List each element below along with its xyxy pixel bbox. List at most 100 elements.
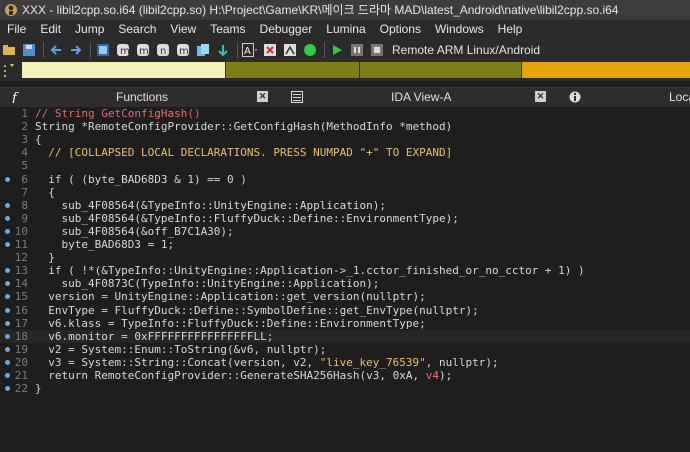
tab-locals[interactable]: Loca [562, 88, 690, 107]
code-line[interactable]: 12 } [0, 251, 690, 264]
back-icon[interactable] [47, 41, 65, 59]
tab-ida-view-a[interactable]: IDA View-A ✕ [283, 88, 548, 107]
code-line[interactable]: 4 // [COLLAPSED LOCAL DECLARATIONS. PRES… [0, 146, 690, 159]
save-icon[interactable] [20, 41, 38, 59]
svg-text:f: f [11, 91, 19, 103]
code-text: if ( !*(&TypeInfo::UnityEngine::Applicat… [35, 264, 584, 277]
code-line[interactable]: 1 // String GetConfigHash() [0, 107, 690, 120]
navigation-band[interactable] [22, 62, 690, 78]
code-segment: { [35, 185, 55, 199]
menu-item-options[interactable]: Options [373, 20, 428, 39]
line-number: 7 [21, 185, 28, 199]
line-number: 12 [14, 251, 28, 265]
open-icon[interactable] [0, 41, 18, 59]
navigation-segment[interactable] [225, 62, 359, 78]
code-segment: v2 = System::Enum::ToString(&v6, nullptr… [35, 342, 327, 356]
tab-label: Functions [116, 90, 169, 104]
struct-icon[interactable]: m [114, 41, 132, 59]
navigation-segment[interactable] [22, 62, 225, 78]
menu-item-jump[interactable]: Jump [68, 20, 111, 39]
menu-item-search[interactable]: Search [111, 20, 163, 39]
menu-item-edit[interactable]: Edit [33, 20, 68, 39]
navigation-segment[interactable] [359, 62, 521, 78]
navigation-segment[interactable] [521, 62, 690, 78]
code-segment: , nullptr); [425, 355, 499, 369]
code-line[interactable]: 5 [0, 159, 690, 172]
code-text: v2 = System::Enum::ToString(&v6, nullptr… [35, 343, 326, 356]
toolbar: m m n m A Remote ARM Linux/Android [0, 39, 690, 62]
tab-label: Loca [669, 90, 690, 104]
code-text: } [35, 382, 42, 395]
uninitialized-variable: v4 [425, 369, 439, 382]
names-icon[interactable]: n [154, 41, 172, 59]
jump-icon[interactable] [214, 41, 232, 59]
menu-item-teams[interactable]: Teams [203, 20, 252, 39]
code-segment: sub_4F0873C(TypeInfo::UnityEngine::Appli… [35, 277, 380, 291]
code-line[interactable]: 11 byte_BAD68D3 = 1; [0, 238, 690, 251]
toolbar-separator [237, 42, 238, 58]
graph-icon[interactable] [281, 41, 299, 59]
go-icon[interactable] [301, 41, 319, 59]
code-line[interactable]: 2 String *RemoteConfigProvider::GetConfig… [0, 120, 690, 133]
enum-icon[interactable]: m [134, 41, 152, 59]
code-line[interactable]: 21 return RemoteConfigProvider::Generate… [0, 369, 690, 382]
copy-icon[interactable] [194, 41, 212, 59]
menu-item-debugger[interactable]: Debugger [253, 20, 320, 39]
function-icon: f [11, 91, 19, 103]
code-segment: ); [438, 369, 453, 382]
toolbar-separator [43, 42, 44, 58]
code-line[interactable]: 3{ [0, 133, 690, 146]
line-number: 22 [14, 382, 28, 396]
menu-item-help[interactable]: Help [491, 20, 530, 39]
code-segment: version = UnityEngine::Application::get_… [35, 290, 426, 304]
code-line[interactable]: 10 sub_4F08564(&off_B7C1A30); [0, 225, 690, 238]
code-line[interactable]: 14 sub_4F0873C(TypeInfo::UnityEngine::Ap… [0, 277, 690, 290]
play-icon[interactable] [328, 41, 346, 59]
code-line[interactable]: 22} [0, 382, 690, 395]
code-segment: String *RemoteConfigProvider::GetConfigH… [35, 120, 453, 134]
code-line[interactable]: 16 EnvType = FluffyDuck::Define::SymbolD… [0, 304, 690, 317]
code-line[interactable]: 9 sub_4F08564(&TypeInfo::FluffyDuck::Def… [0, 212, 690, 225]
code-line[interactable]: 15 version = UnityEngine::Application::g… [0, 290, 690, 303]
stop-icon[interactable] [368, 41, 386, 59]
svg-text:A: A [244, 46, 251, 57]
code-line[interactable]: 17 v6.klass = TypeInfo::FluffyDuck::Defi… [0, 317, 690, 330]
menu-item-file[interactable]: File [0, 20, 33, 39]
debugger-select[interactable]: Remote ARM Linux/Android [392, 43, 540, 57]
code-segment: sub_4F08564(&off_B7C1A30); [35, 224, 234, 238]
menu-item-view[interactable]: View [163, 20, 203, 39]
grip-icon [4, 64, 14, 77]
code-text: EnvType = FluffyDuck::Define::SymbolDefi… [35, 304, 478, 317]
window-title: XXX - libil2cpp.so.i64 (libil2cpp.so) H:… [22, 3, 619, 17]
imports-icon[interactable]: m [174, 41, 192, 59]
tab-functions[interactable]: f Functions ✕ [0, 88, 270, 107]
segment-icon[interactable] [94, 41, 112, 59]
close-icon[interactable]: ✕ [257, 91, 268, 102]
forward-icon[interactable] [67, 41, 85, 59]
code-line[interactable]: 13 if ( !*(&TypeInfo::UnityEngine::Appli… [0, 264, 690, 277]
svg-text:n: n [160, 46, 166, 57]
pseudocode-view[interactable]: 1 // String GetConfigHash() 2 String *Remot… [0, 107, 690, 452]
line-number: 1 [21, 107, 28, 120]
close-icon[interactable]: ✕ [535, 91, 546, 102]
text-icon[interactable]: A [241, 41, 259, 59]
menu-item-windows[interactable]: Windows [428, 20, 491, 39]
code-text: version = UnityEngine::Application::get_… [35, 290, 426, 303]
code-line[interactable]: 20 v3 = System::String::Concat(version, … [0, 356, 690, 369]
code-line[interactable]: 19 v2 = System::Enum::ToString(&v6, null… [0, 343, 690, 356]
menu-item-lumina[interactable]: Lumina [319, 20, 372, 39]
pause-icon[interactable] [348, 41, 366, 59]
line-number: 19 [14, 342, 28, 356]
code-line[interactable]: 6 if ( (byte_BAD68D3 & 1) == 0 ) [0, 173, 690, 186]
delete-icon[interactable] [261, 41, 279, 59]
string-literal: "live_key_76539" [319, 355, 426, 369]
code-line[interactable]: 18 v6.monitor = 0xFFFFFFFFFFFFFFFFLL; [0, 329, 690, 343]
code-line[interactable]: 8 sub_4F08564(&TypeInfo::UnityEngine::Ap… [0, 199, 690, 212]
code-line[interactable]: 7 { [0, 186, 690, 199]
line-number: 15 [14, 290, 28, 304]
line-number: 8 [21, 198, 28, 212]
line-number: 17 [14, 316, 28, 330]
code-text: v6.monitor = 0xFFFFFFFFFFFFFFFFLL; [35, 330, 273, 343]
toolbar-separator [90, 42, 91, 58]
code-segment: { [35, 133, 42, 147]
